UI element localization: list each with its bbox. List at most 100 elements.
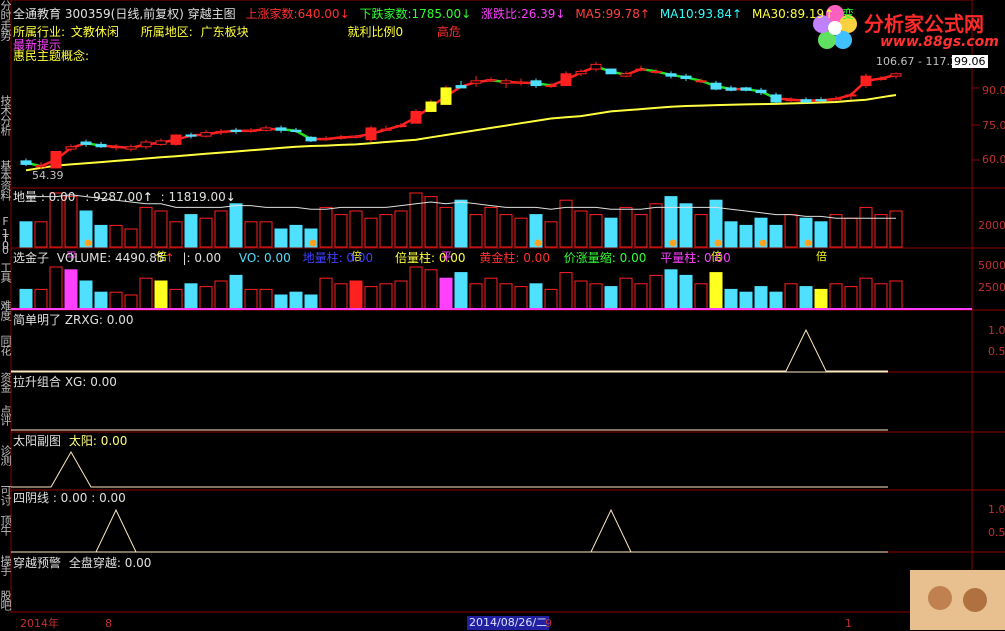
arrow-down-icon: ↓ <box>339 7 350 21</box>
gold-volume-bar <box>844 286 858 310</box>
arrow-down-icon: ↓ <box>461 7 472 21</box>
candle-body <box>365 127 377 141</box>
side-tab-6[interactable]: 难度 <box>0 300 12 320</box>
volume-bar <box>604 217 618 248</box>
candle-body <box>860 75 872 87</box>
candle-body <box>410 110 422 124</box>
volume-bar <box>889 210 903 248</box>
side-tab-1[interactable]: 技术分析 <box>0 95 12 135</box>
vol-v2: : 11819.00 <box>160 190 226 204</box>
side-tab-7[interactable]: 同花 <box>0 335 12 355</box>
vol-panel-title: 地量 : 0.00 : 9287.00↑ : 11819.00↓ <box>13 190 236 204</box>
volume-bar <box>469 214 483 248</box>
volume-bar <box>769 224 783 248</box>
volume-bar <box>319 206 333 248</box>
gold-tick: 2500 <box>978 281 1005 294</box>
volume-bar <box>589 214 603 248</box>
volume-bar <box>874 214 888 248</box>
candle-body <box>425 101 437 112</box>
indicator-name[interactable]: 穿越主图 <box>188 7 236 21</box>
gold-dot-icon <box>804 239 812 247</box>
ma30-label: MA30: <box>751 7 790 21</box>
candle-body <box>470 80 482 84</box>
gold-volume-bar <box>124 294 138 310</box>
candle-body <box>80 141 92 145</box>
volume-bar <box>394 210 408 248</box>
candle-body <box>455 85 467 89</box>
gold-volume-bar <box>829 283 843 310</box>
volume-bar <box>289 224 303 248</box>
side-tab-9[interactable]: 点评 <box>0 405 12 425</box>
candle-body <box>575 70 587 75</box>
gold-panel-title: 选金子 VOLUME: 4490.85↑ |: 0.00 VO: 0.00 地量… <box>13 251 731 265</box>
side-tab-0[interactable]: 分时走势 <box>0 0 12 40</box>
gold-volume-bar <box>559 272 573 310</box>
logo-url: www.88gs.com <box>880 34 999 50</box>
side-tab-4[interactable]: T0 <box>0 232 12 256</box>
stock-name[interactable]: 全通教育 <box>13 7 61 21</box>
ma30-value: 89.19 <box>789 7 825 21</box>
gold-volume-bar <box>334 283 348 310</box>
gold-volume-bar <box>259 288 273 310</box>
volume-bar <box>259 221 273 248</box>
gold-volume-bar <box>874 283 888 310</box>
volume-bar <box>379 214 393 248</box>
candle-body <box>830 97 842 101</box>
candle-body <box>335 136 347 139</box>
gold-tick: 5000 <box>978 259 1005 272</box>
candle-body <box>290 129 302 132</box>
candle-body <box>230 129 242 132</box>
volume-bar <box>244 221 258 248</box>
side-tab-13[interactable]: 操手 <box>0 555 12 575</box>
candle-body <box>20 160 32 165</box>
gold-volume-bar <box>364 286 378 310</box>
side-tab-14[interactable]: 股吧 <box>0 590 12 610</box>
candle-body <box>260 127 272 131</box>
candle-body <box>35 165 47 168</box>
candle-body <box>350 135 362 138</box>
candle-body <box>500 80 512 84</box>
price-tick: 75.0 <box>982 119 1005 132</box>
stock-chart-canvas[interactable]: 平倍倍平倍倍 <box>0 0 1005 630</box>
ma10-value: 93.84 <box>697 7 733 21</box>
volume-bar <box>499 214 513 248</box>
candle-body <box>800 99 812 103</box>
sy-panel-title: 四阴线 : 0.00 : 0.00 <box>13 491 126 505</box>
side-tab-5[interactable]: 工具 <box>0 262 12 282</box>
gold-jz: 价涨量缩: 0.00 <box>563 251 647 265</box>
gold-volume-bar <box>604 286 618 310</box>
gold-volume-bar <box>649 274 663 310</box>
volume-bar <box>349 210 363 248</box>
side-tab-10[interactable]: 诊测 <box>0 445 12 465</box>
side-tab-12[interactable]: 顶牛 <box>0 515 12 535</box>
volume-bar <box>64 196 78 248</box>
gold-volume-bar <box>154 280 168 310</box>
gold-volume-bar <box>754 286 768 310</box>
gold-volume-bar <box>589 283 603 310</box>
gold-volume-bar <box>169 288 183 310</box>
gold-volume-bar <box>304 294 318 310</box>
current-price-box: 99.06 <box>952 55 988 68</box>
side-tab-11[interactable]: 可讨 <box>0 485 12 505</box>
volume-bar <box>634 214 648 248</box>
axis-cursor-date[interactable]: 2014/08/26/二 <box>467 616 550 630</box>
volume-bar <box>619 206 633 248</box>
volume-bar <box>649 203 663 248</box>
volume-bar <box>169 221 183 248</box>
volume-bar <box>544 221 558 248</box>
candle-body <box>65 146 77 150</box>
candle-body <box>590 63 602 70</box>
arrow-up-icon: ↑ <box>824 7 835 21</box>
gold-bl: 倍量柱: 0.00 <box>394 251 466 265</box>
ma30-line <box>25 94 897 172</box>
up-count-label: 上涨家数: <box>245 7 298 21</box>
volume-bar <box>409 192 423 248</box>
candle-body <box>170 134 182 145</box>
arrow-up-icon: ↑ <box>142 190 153 204</box>
price-range: 106.67 - 117.34 <box>876 55 964 68</box>
side-tab-2[interactable]: 基本资料 <box>0 160 12 200</box>
side-tab-8[interactable]: 资金 <box>0 372 12 392</box>
volume-bar <box>814 221 828 248</box>
candle-body <box>245 129 257 132</box>
gold-volume-bar <box>769 291 783 310</box>
